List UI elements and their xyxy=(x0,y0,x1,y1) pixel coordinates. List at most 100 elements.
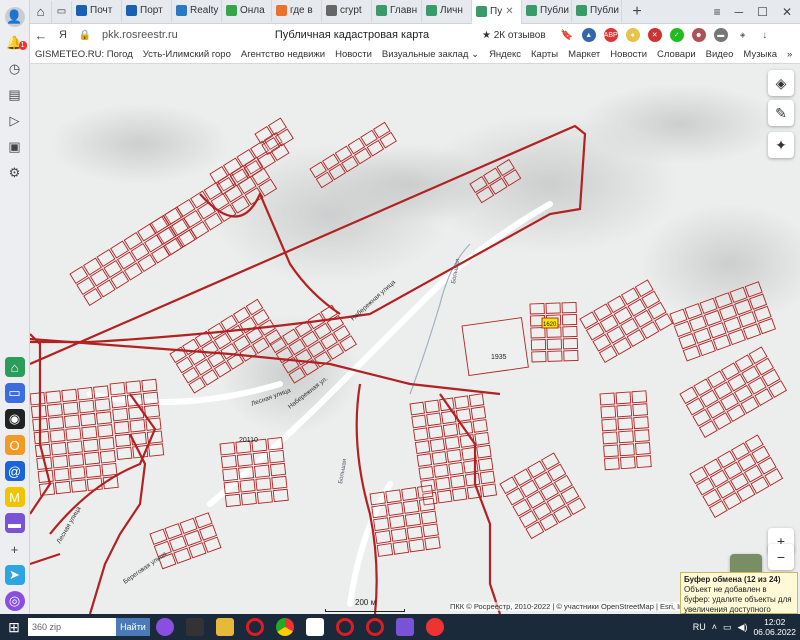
tab-10[interactable]: Публи xyxy=(572,0,622,22)
cadastral-plot[interactable] xyxy=(240,492,257,506)
tab-5[interactable]: crypt xyxy=(322,0,372,22)
video-icon[interactable]: ▷ xyxy=(5,111,25,131)
tabs-menu-button[interactable]: ▭ xyxy=(52,0,72,23)
cadastral-plot[interactable] xyxy=(222,467,239,482)
cadastral-plot[interactable] xyxy=(479,470,496,485)
cadastral-plot[interactable] xyxy=(411,414,427,429)
cadastral-plot[interactable] xyxy=(98,437,115,451)
cadastral-plot[interactable] xyxy=(99,450,116,464)
cadastral-plot[interactable] xyxy=(61,388,78,403)
cadastral-plot[interactable] xyxy=(636,455,652,469)
cadastral-plot[interactable] xyxy=(54,480,71,495)
cadastral-plot[interactable] xyxy=(632,403,649,417)
bookmark-item[interactable]: Агентство недвижи xyxy=(236,49,330,60)
cadastral-plot[interactable] xyxy=(563,349,579,362)
cadastral-plot[interactable] xyxy=(616,404,633,418)
ruler-button[interactable]: ✎ xyxy=(768,100,794,126)
bookmark-item[interactable]: Яндекс xyxy=(484,49,526,60)
cadastral-plot[interactable] xyxy=(635,442,651,456)
clipboard-notification[interactable]: Буфер обмена (12 из 24) Объект не добавл… xyxy=(680,572,798,624)
cadastral-plot[interactable] xyxy=(49,429,66,443)
cadastral-plot[interactable] xyxy=(601,418,618,432)
bookmark-item[interactable]: Новости xyxy=(330,49,377,60)
cadastral-plot[interactable] xyxy=(561,301,577,314)
cadastral-plot[interactable] xyxy=(444,436,461,450)
cadastral-plot[interactable] xyxy=(78,399,95,414)
bookmark-item[interactable]: Визуальные заклад ⌄ xyxy=(377,49,484,60)
cadastral-plot[interactable] xyxy=(112,407,129,422)
tab-6[interactable]: Главн xyxy=(372,0,422,22)
map-canvas[interactable]: 1935 20110 1620 Лесная улица Набережная … xyxy=(30,64,800,614)
clock[interactable]: 12:02 06.06.2022 xyxy=(753,617,796,637)
layers-button[interactable]: ◈ xyxy=(768,70,794,96)
cadastral-plot[interactable] xyxy=(531,351,547,363)
tray-expand-icon[interactable]: ˄ xyxy=(712,622,717,632)
cadastral-plot[interactable] xyxy=(408,538,425,553)
yandex-app-icon[interactable]: ⌂ xyxy=(4,357,25,377)
bookmark-item[interactable]: Усть-Илимский горо xyxy=(138,49,236,60)
cadastral-plot[interactable] xyxy=(65,427,82,441)
cadastral-plot[interactable] xyxy=(271,475,288,490)
bookmark-item[interactable]: Видео xyxy=(701,49,739,60)
cadastral-plot[interactable] xyxy=(50,442,67,456)
cadastral-plot[interactable] xyxy=(426,412,442,427)
cadastral-plot[interactable] xyxy=(429,438,446,452)
cadastral-plot[interactable] xyxy=(418,466,434,480)
cadastral-plot[interactable] xyxy=(82,438,99,453)
cadastral-plot[interactable] xyxy=(530,339,547,351)
cadastral-plot[interactable] xyxy=(69,466,86,480)
cadastral-plot[interactable] xyxy=(68,453,85,467)
zoom-out-button[interactable]: − xyxy=(768,544,794,570)
telegram-icon[interactable]: ➤ xyxy=(4,565,25,585)
cadastral-plot[interactable] xyxy=(414,440,431,455)
cadastral-plot[interactable] xyxy=(413,427,429,442)
cadastral-plot[interactable] xyxy=(547,350,563,362)
extension-icon[interactable]: ● xyxy=(625,28,640,42)
extension-icon[interactable]: ▬ xyxy=(713,28,728,42)
cadastral-plot[interactable] xyxy=(392,540,410,555)
profile-icon[interactable]: 👤 xyxy=(4,7,25,27)
cadastral-plot[interactable] xyxy=(224,493,241,508)
cadastral-plot[interactable] xyxy=(220,454,237,469)
cadastral-plot-large[interactable] xyxy=(461,317,529,377)
cadastral-plot[interactable] xyxy=(401,487,418,501)
cadastral-plot[interactable] xyxy=(450,474,466,489)
cadastral-plot[interactable] xyxy=(116,446,133,461)
notifications-icon[interactable]: 🔔 1 xyxy=(5,33,27,53)
cadastral-plot[interactable] xyxy=(599,392,616,406)
tab-4[interactable]: где в xyxy=(272,0,322,22)
cadastral-plot[interactable] xyxy=(600,405,617,419)
cadastral-plot[interactable] xyxy=(477,457,494,472)
cadastral-plot[interactable] xyxy=(418,497,436,512)
extension-icon[interactable]: ☻ xyxy=(691,28,706,42)
cadastral-plot[interactable] xyxy=(454,395,470,410)
cadastral-map[interactable]: 1935 20110 1620 Лесная улица Набережная … xyxy=(30,64,800,614)
cadastral-plot[interactable] xyxy=(416,453,433,467)
cadastral-plot[interactable] xyxy=(110,394,127,409)
start-icon[interactable]: ⊞ xyxy=(0,614,28,640)
cadastral-plot[interactable] xyxy=(481,483,498,498)
cadastral-plot[interactable] xyxy=(406,525,424,540)
yandex-icon[interactable]: Я xyxy=(52,29,74,41)
cadastral-plot[interactable] xyxy=(604,457,620,471)
cadastral-plot[interactable] xyxy=(223,480,240,495)
minimize-icon[interactable]: ─ xyxy=(735,5,744,19)
messenger-icon[interactable]: ▭ xyxy=(4,383,25,403)
cadastral-plot[interactable] xyxy=(148,443,165,457)
taskbar-search-input[interactable]: 360 zip xyxy=(28,618,116,636)
language-indicator[interactable]: RU xyxy=(693,622,706,632)
menu-icon[interactable]: ≡ xyxy=(714,5,721,19)
cadastral-plot[interactable] xyxy=(442,423,459,438)
opera-icon-2[interactable] xyxy=(360,614,390,640)
cadastral-plot[interactable] xyxy=(546,326,562,338)
cadastral-plot[interactable] xyxy=(256,490,273,504)
cadastral-plot[interactable] xyxy=(464,472,481,487)
cadastral-plot[interactable] xyxy=(129,419,146,433)
task-view-icon[interactable] xyxy=(150,614,180,640)
check-icon[interactable]: ✓ xyxy=(669,28,684,42)
cadastral-plot[interactable] xyxy=(385,489,402,504)
cadastral-plot[interactable] xyxy=(371,504,388,519)
bookmark-item[interactable]: Маркет xyxy=(563,49,605,60)
add-icon[interactable]: + xyxy=(5,539,25,559)
cadastral-plot[interactable] xyxy=(620,456,636,470)
